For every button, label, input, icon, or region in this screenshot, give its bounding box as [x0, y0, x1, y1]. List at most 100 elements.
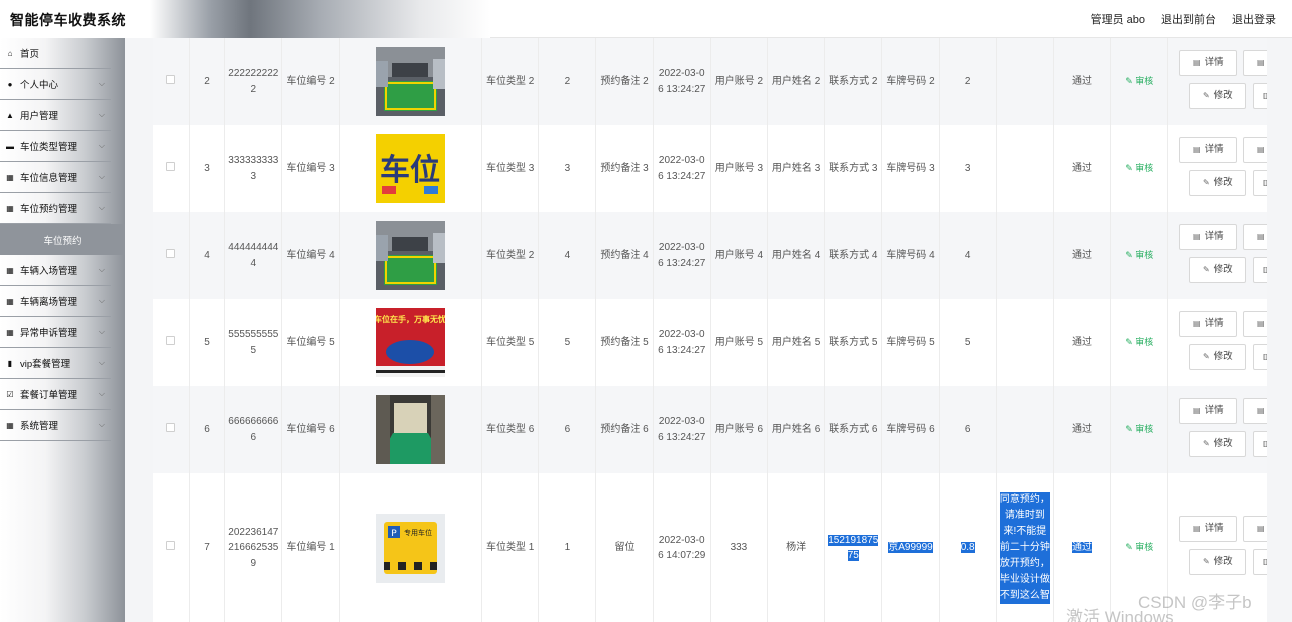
cell-account: 用户账号 4: [714, 249, 764, 261]
audit-link[interactable]: ✎ 审核: [1125, 542, 1153, 552]
edit-button[interactable]: ✎ 修改: [1189, 549, 1247, 575]
cell-number: 0.8: [960, 542, 975, 554]
cell-note: 预约备注 2: [600, 75, 649, 87]
sidebar-item[interactable]: ▦ 车辆入场管理 ⌵: [0, 255, 111, 286]
sidebar-item[interactable]: ⌂ 首页: [0, 38, 111, 69]
sidebar-item[interactable]: ▦ 车辆离场管理 ⌵: [0, 286, 111, 317]
row-checkbox[interactable]: [166, 248, 176, 258]
sidebar-item[interactable]: ▦ 异常申诉管理 ⌵: [0, 317, 111, 348]
edit-button[interactable]: ✎ 修改: [1189, 343, 1247, 370]
row-checkbox[interactable]: [166, 74, 176, 84]
cell-reply: 同意预约，请准时到来!不能提前二十分钟放开预约，毕业设计做不到这么智: [999, 492, 1050, 604]
detail-button[interactable]: ▤ 详情: [1179, 516, 1238, 542]
pen-icon: ✎: [1202, 90, 1210, 100]
car-button[interactable]: ▤车辆: [1243, 136, 1267, 163]
edit-label: 修改: [1213, 350, 1233, 362]
car-button[interactable]: ▤车辆: [1243, 310, 1267, 337]
row-actions: ▤详情▤车辆✎修改▥删除: [1171, 395, 1267, 465]
row-checkbox[interactable]: [166, 422, 176, 432]
document-icon: ▤: [1193, 405, 1201, 415]
detail-button[interactable]: ▤ 详情: [1179, 310, 1238, 337]
chevron-down-icon: ⌵: [98, 389, 105, 398]
cell-status: 通过: [1072, 249, 1093, 261]
detail-button[interactable]: ▤ 详情: [1179, 223, 1238, 250]
delete-button[interactable]: ▥删除: [1253, 549, 1267, 575]
audit-link[interactable]: ✎ 审核: [1125, 163, 1153, 173]
detail-label: 详情: [1204, 143, 1224, 155]
document-icon: ▤: [1257, 524, 1265, 534]
cell-number: 2: [964, 75, 971, 87]
edit-button[interactable]: ✎ 修改: [1189, 256, 1247, 283]
sidebar-item[interactable]: ● 个人中心 ⌵: [0, 69, 111, 100]
detail-label: 详情: [1204, 404, 1224, 416]
edit-button[interactable]: ✎ 修改: [1189, 430, 1247, 457]
delete-button[interactable]: ▥删除: [1253, 256, 1267, 283]
delete-button[interactable]: ▥删除: [1253, 82, 1267, 109]
top-bar: 智能停车收费系统 管理员 abo 退出到前台 退出登录: [0, 0, 1292, 38]
main-content: 2 2222222222 车位编号 2 车位类型 2 2 预约备注 2 2022-03-06…: [125, 38, 1292, 622]
delete-button[interactable]: ▥删除: [1253, 343, 1267, 370]
edit-pen-icon: ✎: [1125, 75, 1136, 86]
submenu-item-reservation[interactable]: 车位预约: [0, 224, 125, 255]
chevron-down-icon: ⌵: [98, 110, 105, 119]
back-to-front-link[interactable]: 退出到前台: [1161, 11, 1216, 27]
sidebar-item[interactable]: ▦ 系统管理 ⌵: [0, 410, 111, 441]
chevron-down-icon: ⌵: [98, 327, 105, 336]
document-icon: ▤: [1193, 318, 1201, 328]
cell-space-number: 车位编号 1: [286, 542, 335, 554]
cell-phone: 联系方式 4: [829, 249, 878, 261]
document-icon: ▤: [1257, 405, 1265, 415]
detail-label: 详情: [1204, 230, 1224, 242]
cell-plate: 车牌号码 4: [886, 249, 935, 261]
user-menu: 管理员 abo 退出到前台 退出登录: [1091, 11, 1276, 27]
table-row: 4 4444444444 车位编号 4 车位类型 2 4 预约备注 4 2022-03-06…: [153, 212, 1267, 299]
car-button[interactable]: ▤车辆: [1243, 223, 1267, 250]
cell-username: 用户姓名 5: [771, 336, 821, 348]
cell-account: 用户账号 3: [714, 162, 764, 174]
detail-button[interactable]: ▤ 详情: [1179, 136, 1238, 163]
trash-icon: ▥: [1263, 436, 1267, 452]
audit-link[interactable]: ✎ 审核: [1125, 76, 1153, 86]
audit-link[interactable]: ✎ 审核: [1125, 424, 1153, 434]
detail-button[interactable]: ▤ 详情: [1179, 49, 1238, 76]
detail-button[interactable]: ▤ 详情: [1179, 397, 1238, 424]
edit-button[interactable]: ✎ 修改: [1189, 169, 1247, 196]
edit-pen-icon: ✎: [1125, 423, 1136, 434]
edit-button[interactable]: ✎ 修改: [1189, 82, 1247, 109]
reservation-table-wrap: 2 2222222222 车位编号 2 车位类型 2 2 预约备注 2 2022-03-06…: [153, 38, 1267, 622]
audit-label: 审核: [1135, 542, 1154, 553]
row-checkbox[interactable]: [166, 541, 176, 551]
cell-index: 2: [204, 75, 210, 87]
sidebar-item[interactable]: ▲ 用户管理 ⌵: [0, 100, 111, 131]
windows-watermark: 激活 Windows: [1066, 608, 1174, 622]
audit-link[interactable]: ✎ 审核: [1125, 250, 1153, 260]
delete-button[interactable]: ▥删除: [1253, 169, 1267, 196]
sidebar-item-label: 用户管理: [20, 111, 59, 122]
audit-link[interactable]: ✎ 审核: [1125, 337, 1153, 347]
cell-space-type: 车位类型 5: [485, 336, 535, 348]
audit-label: 审核: [1135, 423, 1154, 434]
row-checkbox[interactable]: [166, 161, 176, 171]
row-actions: ▤详情▤车辆 ✎修改 ▥删除: [1171, 513, 1267, 583]
logout-link[interactable]: 退出登录: [1232, 11, 1276, 27]
sidebar-item[interactable]: ▦ 车位信息管理 ⌵: [0, 162, 111, 193]
edit-pen-icon: ✎: [1125, 249, 1136, 260]
chevron-down-icon: ⌵: [98, 358, 105, 367]
delete-button[interactable]: ▥删除: [1253, 430, 1267, 457]
sidebar-item[interactable]: ▮ vip套餐管理 ⌵: [0, 348, 111, 379]
audit-label: 审核: [1135, 75, 1154, 86]
car-button[interactable]: ▤车辆: [1243, 397, 1267, 424]
cell-time: 2022-03-06 13:24:27: [658, 68, 706, 95]
sidebar-item[interactable]: ☑ 套餐订单管理 ⌵: [0, 379, 111, 410]
car-button[interactable]: ▤车辆: [1243, 49, 1267, 76]
pen-icon: ✎: [1202, 177, 1210, 187]
row-checkbox[interactable]: [166, 335, 176, 345]
sidebar-item[interactable]: ▬ 车位类型管理 ⌵: [0, 131, 111, 162]
cell-status: 通过: [1072, 423, 1093, 435]
edit-label: 修改: [1213, 437, 1233, 449]
document-icon: ▤: [1257, 57, 1265, 67]
trash-icon: ▥: [1263, 175, 1267, 191]
sidebar-item[interactable]: ▦ 车位预约管理 ⌵: [0, 193, 111, 224]
cell-count: 6: [564, 423, 571, 435]
car-button[interactable]: ▤车辆: [1243, 516, 1267, 542]
